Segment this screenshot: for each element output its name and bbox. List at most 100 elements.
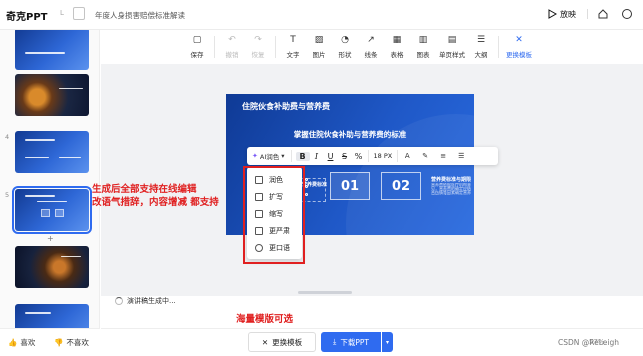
slide-thumbnail[interactable] [0,246,99,292]
play-button[interactable]: 放映 [547,7,576,21]
highlight-icon[interactable]: ✎ [416,152,434,160]
number-box-1[interactable]: 01 [330,172,370,200]
slide-preview [15,30,89,70]
tool-label: 线条 [364,51,378,59]
loading-spinner-icon [115,297,123,305]
watermark: CSDN @ReLeigh [558,338,620,347]
number-box-2[interactable]: 02 [381,172,421,200]
slide-thumbnail[interactable] [0,30,99,74]
tool-line[interactable]: ↗ 线条 [360,34,382,62]
ai-polish-dropdown[interactable]: ✦ AI润色 ▾ [247,150,292,162]
logo-separator: L [60,9,64,17]
tool-label: 单页样式 [439,51,465,59]
user-icon[interactable] [621,8,633,20]
app-logo[interactable]: 奇克PPT [6,8,47,23]
download-options-dropdown[interactable]: ▾ [382,332,393,352]
magic-wand-icon: ✕ [515,35,523,45]
align-icon[interactable]: ≡ [434,152,452,160]
tool-label: 表格 [390,51,404,59]
outline-icon: ☰ [476,35,486,45]
slide-preview [12,186,92,234]
tool-shape[interactable]: ◔ 形状 [334,34,356,62]
tool-text[interactable]: T 文字 [282,34,304,62]
redo-icon: ↷ [254,35,262,45]
add-slide-button[interactable]: + [47,234,54,243]
tool-label: 图片 [312,51,326,59]
slide-thumbnail[interactable] [0,304,99,328]
horizontal-scrollbar[interactable] [298,291,352,294]
tool-label: 撤销 [225,51,239,59]
table-icon: ▦ [392,35,402,45]
header-divider [587,9,588,19]
like-button[interactable]: 👍 喜欢 [8,337,35,348]
annotation-edit: 生成后全部支持在线编辑 [92,184,197,195]
home-icon[interactable] [597,8,609,20]
slide-preview [15,131,89,173]
thumbs-down-icon: 👎 [54,338,64,347]
italic-button[interactable]: I [310,152,324,161]
speech-status: 演讲稿生成中... [115,296,176,306]
undo-icon: ↶ [228,35,236,45]
status-text: 演讲稿生成中... [127,297,176,305]
slide-thumbnail-active[interactable]: 5 [0,186,99,235]
item-title[interactable]: 营养费标准与期限 [431,176,471,183]
resize-handle[interactable] [305,193,308,196]
tool-chart[interactable]: ▥ 图表 [412,34,434,62]
annotation-template: 海量模版可选 [236,314,294,325]
image-icon: ▨ [314,35,324,45]
tool-change-template[interactable]: ✕ 更换模板 [505,34,533,62]
list-icon[interactable]: ☰ [452,152,470,160]
download-ppt-button[interactable]: ⤓ 下载PPT [321,332,381,352]
download-icon: ⤓ [333,337,337,346]
tool-undo[interactable]: ↶ 撤销 [221,34,243,62]
slide-title[interactable]: 住院伙食补助费与营养费 [242,101,330,112]
slide-thumbnail[interactable]: 4 [0,131,99,177]
top-bar: 奇克PPT L 年度人身损害赔偿标准解读 放映 [0,0,643,30]
script-button[interactable]: % [352,152,366,161]
sparkle-icon: ✦ [252,152,258,160]
change-template-button[interactable]: ✕ 更换模板 [248,332,316,352]
tool-label: 保存 [190,51,204,59]
slide-subtitle[interactable]: 掌握住院伙食补助与营养费的标准 [226,129,474,140]
tool-redo[interactable]: ↷ 恢复 [247,34,269,62]
slide-preview [15,246,89,288]
shape-icon: ◔ [341,35,349,45]
change-template-label: 更换模板 [272,337,303,347]
tool-outline[interactable]: ☰ 大纲 [470,34,492,62]
underline-button[interactable]: U [324,152,338,161]
strikethrough-button[interactable]: S [338,152,352,161]
highlight-box-ai-menu [243,166,305,264]
ai-polish-label: AI润色 [259,153,280,161]
tool-table[interactable]: ▦ 表格 [386,34,408,62]
document-icon [73,7,85,20]
font-color-button[interactable]: A [398,152,416,160]
play-label: 放映 [560,9,576,19]
chevron-down-icon: ▾ [281,152,285,160]
save-icon: ▢ [192,35,202,45]
thumbs-up-icon: 👍 [8,338,18,347]
resize-handle[interactable] [305,185,308,188]
tool-label: 文字 [286,51,300,59]
slide-preview [15,304,89,328]
download-label: 下载PPT [340,337,369,347]
page-style-icon: ▤ [447,35,457,45]
tool-label: 大纲 [474,51,488,59]
slides-panel: 4 5 + [0,30,100,328]
tool-label: 形状 [338,51,352,59]
dislike-button[interactable]: 👎 不喜欢 [54,337,89,348]
play-icon [548,9,557,19]
tool-label: 更换模板 [506,51,532,59]
item-description[interactable]: 营养费依据医疗机构意见，营养费的确定应结合伤情等因素确定营养期限与标准。 [431,183,471,195]
tool-image[interactable]: ▨ 图片 [308,34,330,62]
text-format-bar: ✦ AI润色 ▾ B I U S % 18 PX A ✎ ≡ ☰ [247,147,498,165]
document-title[interactable]: 年度人身损害赔偿标准解读 [95,10,185,21]
slide-number: 4 [5,133,10,141]
slide-thumbnail[interactable] [0,74,99,120]
resize-handle[interactable] [305,178,308,181]
tool-save[interactable]: ▢ 保存 [186,34,208,62]
bold-button[interactable]: B [295,151,310,161]
dislike-label: 不喜欢 [66,338,89,347]
tool-page-style[interactable]: ▤ 单页样式 [438,34,466,62]
font-size-select[interactable]: 18 PX [367,150,399,162]
annotation-edit-detail: 改语气措辞，内容增减 都支持 [92,197,219,208]
